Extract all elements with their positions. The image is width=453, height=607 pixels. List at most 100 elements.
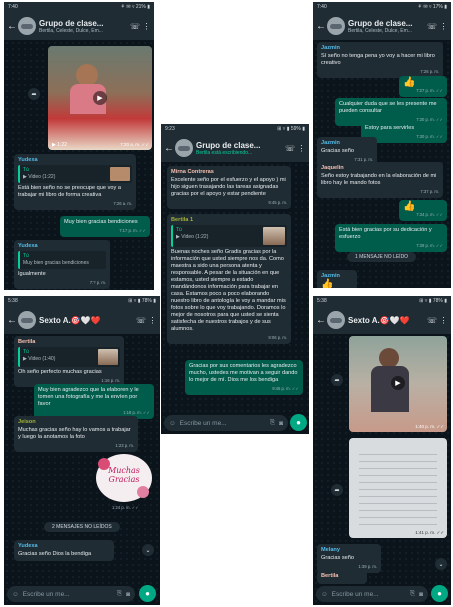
group-avatar[interactable]	[18, 17, 36, 35]
chat-header: ← Grupo de clase... Bertila, Celeste, Du…	[313, 12, 451, 40]
chat-area[interactable]: Jazmin Sí seño no tenga pena yo voy a ha…	[313, 40, 451, 288]
back-arrow-icon[interactable]: ←	[7, 315, 17, 326]
add-call-icon[interactable]: ☏	[136, 316, 146, 325]
more-options-icon[interactable]: ⋮	[439, 316, 448, 325]
message-text: Muchas gracias seño hay lo vamos a traba…	[18, 427, 131, 440]
message-bubble-outgoing[interactable]: Muy bien gracias bendiciones 7:17 p. m. …	[60, 216, 150, 237]
message-time: 9:06 p. m.	[268, 335, 287, 340]
chat-title-block[interactable]: Sexto A.🎯🤍❤️	[39, 316, 133, 325]
scroll-down-icon[interactable]: ⌄	[435, 558, 447, 570]
message-bubble[interactable]: Bertila 1 Tú ▶ Video (1:22) Buenas noche…	[167, 214, 291, 344]
video-message[interactable]: ▶ 1:40 p. m. ✓✓	[349, 336, 447, 432]
attach-icon[interactable]: ⎘	[270, 419, 275, 427]
back-arrow-icon[interactable]: ←	[164, 143, 174, 154]
message-time: 7:34 p. m. ✓✓	[416, 212, 443, 217]
add-call-icon[interactable]: ☏	[427, 316, 437, 325]
play-icon[interactable]: ▶	[93, 91, 107, 105]
message-bubble-outgoing[interactable]: Gracias por sus comentarios les agradezc…	[185, 360, 303, 395]
message-input[interactable]: ☺ Escribe un me... ⎘ ◙	[164, 415, 288, 431]
message-time: 7:26 p. m.	[420, 69, 439, 74]
quote-sender: Tú	[23, 253, 29, 259]
message-bubble[interactable]: Bertila	[317, 570, 367, 584]
forward-icon[interactable]: ➦	[331, 374, 343, 386]
message-time: 7:39 p. m. ✓✓	[416, 243, 443, 248]
more-options-icon[interactable]: ⋮	[142, 22, 151, 31]
emoji-icon[interactable]: ☺	[321, 591, 328, 598]
message-bubble[interactable]: Yudexa Tú Muy bien gracias bendiciones I…	[14, 240, 110, 289]
chat-title-block[interactable]: Grupo de clase... Bertila, Celeste, Dulc…	[348, 19, 424, 34]
message-bubble[interactable]: Jeison Muchas gracias seño hay lo vamos …	[14, 416, 138, 452]
message-bubble[interactable]: Jaquelin Seño estoy trabajando en la ela…	[317, 162, 443, 198]
quoted-message[interactable]: Tú ▶ Video (1:22)	[171, 225, 287, 247]
quote-thumbnail	[98, 349, 118, 365]
group-avatar[interactable]	[175, 139, 193, 157]
quoted-message[interactable]: Tú ▶ Video (1:22)	[18, 165, 132, 183]
chat-area[interactable]: Mirna Contreras Excelente seño por el es…	[161, 162, 309, 434]
chat-area[interactable]: ➦ ▶ 1:40 p. m. ✓✓ ➦ 1:41 p. m. ✓✓ Melany…	[313, 334, 451, 605]
emoji-icon[interactable]: ☺	[12, 591, 19, 598]
microphone-icon[interactable]: ●	[431, 585, 448, 602]
message-input[interactable]: ☺ Escribe un me... ⎘ ◙	[7, 586, 135, 602]
message-bubble[interactable]: Melany Gracias seño 1:39 p. m.	[317, 544, 381, 573]
chat-subtitle: Bertila, Celeste, Dulce, Em...	[348, 27, 412, 34]
back-arrow-icon[interactable]: ←	[316, 21, 326, 32]
chat-area[interactable]: ➦ ▶ ▶ 1:22 7:20 a. m. ✓✓ Yudexa Tú ▶ Vid…	[4, 40, 154, 290]
message-time: 7:37 p. m.	[420, 189, 439, 194]
message-text: Excelente seño por el esfuerzo y el apoy…	[171, 177, 286, 197]
back-arrow-icon[interactable]: ←	[316, 315, 326, 326]
back-arrow-icon[interactable]: ←	[7, 21, 17, 32]
person-figure	[379, 348, 399, 368]
quoted-message[interactable]: Tú Muy bien gracias bendiciones	[18, 251, 106, 269]
video-message[interactable]: ▶ ▶ 1:22 7:20 a. m. ✓✓	[48, 46, 152, 150]
message-time: 9:45 p. m.	[268, 200, 287, 205]
chat-header: ← Grupo de clase... Bertila está escribi…	[161, 134, 309, 162]
chat-title-block[interactable]: Sexto A.🎯🤍❤️	[348, 316, 424, 325]
screenshot-group-chat-3: 7:40 ⚘ ✉ ▿ 17% ▮ ← Grupo de clase... Ber…	[313, 2, 451, 288]
scroll-down-icon[interactable]: ⌄	[142, 544, 154, 556]
message-bubble-outgoing[interactable]: Está bien gracias por su dedicación y es…	[335, 224, 447, 252]
microphone-icon[interactable]: ●	[290, 414, 307, 431]
add-call-icon[interactable]: ☏	[130, 22, 140, 31]
typing-indicator: Bertila está escribiendo...	[196, 149, 253, 156]
message-time: 1:39 p. m.	[358, 564, 377, 569]
chat-header: ← Sexto A.🎯🤍❤️ ☏ ⋮	[4, 306, 160, 334]
attach-icon[interactable]: ⎘	[410, 590, 415, 598]
attach-icon[interactable]: ⎘	[117, 590, 122, 598]
chat-area[interactable]: Bertila Tú ▶ Video (1:40) Oh seño perfec…	[4, 334, 160, 605]
thank-you-sticker[interactable]: Muchas Gracias	[96, 454, 152, 502]
play-icon[interactable]: ▶	[391, 376, 405, 390]
quoted-message[interactable]: Tú ▶ Video (1:40)	[18, 347, 120, 367]
message-text: Buenas noches seño Gradis gracias por la…	[171, 249, 286, 332]
group-avatar[interactable]	[327, 17, 345, 35]
status-bar: 7:40 ⚘ ✉ ▿ 17% ▮	[313, 2, 451, 12]
forward-icon[interactable]: ➦	[28, 88, 40, 100]
message-bubble[interactable]: Jazmin Sí seño no tenga pena yo voy a ha…	[317, 42, 443, 78]
add-call-icon[interactable]: ☏	[285, 144, 295, 153]
camera-icon[interactable]: ◙	[126, 591, 130, 598]
add-call-icon[interactable]: ☏	[427, 22, 437, 31]
quote-thumbnail	[263, 227, 285, 245]
message-bubble[interactable]: Mirna Contreras Excelente seño por el es…	[167, 166, 291, 209]
more-options-icon[interactable]: ⋮	[439, 22, 448, 31]
chat-title-block[interactable]: Grupo de clase... Bertila, Celeste, Dulc…	[39, 19, 127, 34]
message-bubble-outgoing[interactable]: Muy bien agradezco que la elaboren y le …	[34, 384, 154, 419]
message-bubble[interactable]: Bertila Tú ▶ Video (1:40) Oh seño perfec…	[14, 336, 124, 387]
message-bubble[interactable]: Yudexa Tú ▶ Video (1:22) Está bien seño …	[14, 154, 136, 210]
camera-icon[interactable]: ◙	[279, 420, 283, 427]
emoji-icon[interactable]: ☺	[169, 420, 176, 427]
message-bubble[interactable]: Jazmin 👍	[317, 270, 357, 288]
group-avatar[interactable]	[327, 311, 345, 329]
message-bubble-outgoing[interactable]: 👍 7:34 p. m. ✓✓	[399, 200, 447, 221]
message-input[interactable]: ☺ Escribe un me... ⎘ ◙	[316, 586, 428, 602]
camera-icon[interactable]: ◙	[419, 591, 423, 598]
microphone-icon[interactable]: ●	[139, 585, 156, 602]
image-message[interactable]: 1:41 p. m. ✓✓	[349, 438, 447, 538]
chat-title-block[interactable]: Grupo de clase... Bertila está escribien…	[196, 141, 282, 156]
forward-icon[interactable]: ➦	[331, 484, 343, 496]
message-bubble-outgoing[interactable]: 👍 7:27 p. m. ✓✓	[399, 76, 447, 97]
group-avatar[interactable]	[18, 311, 36, 329]
message-bubble[interactable]: Yudexa Gracias seño Dios la bendiga	[14, 540, 114, 561]
message-time: 1:16 p. m.	[101, 378, 120, 383]
more-options-icon[interactable]: ⋮	[297, 144, 306, 153]
more-options-icon[interactable]: ⋮	[148, 316, 157, 325]
